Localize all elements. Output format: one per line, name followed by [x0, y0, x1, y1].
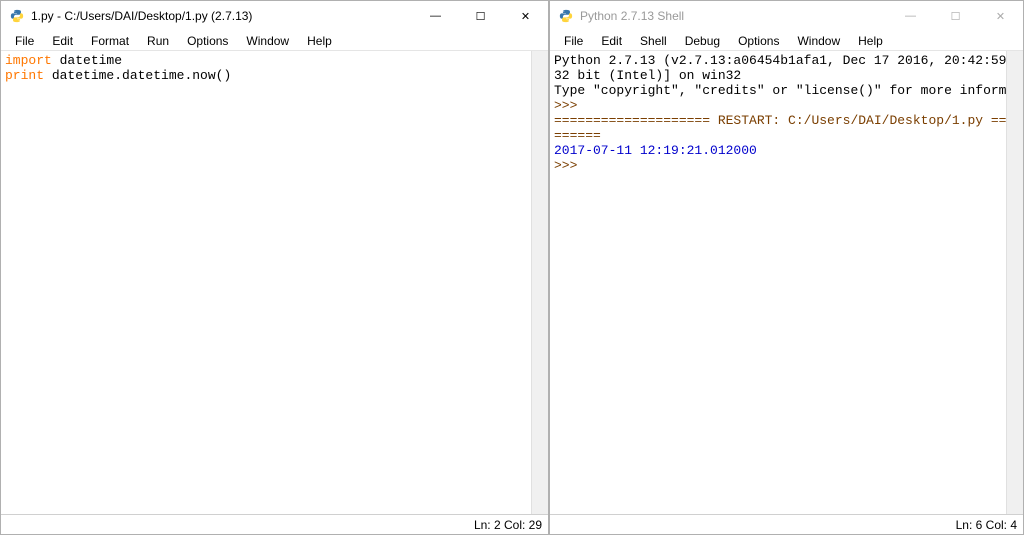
minimize-button[interactable]: —: [888, 1, 933, 31]
menu-help[interactable]: Help: [299, 33, 340, 49]
close-button[interactable]: ✕: [978, 1, 1023, 31]
python-icon: [9, 8, 25, 24]
menu-options[interactable]: Options: [730, 33, 787, 49]
menu-run[interactable]: Run: [139, 33, 177, 49]
editor-cursor-position: Ln: 2 Col: 29: [474, 518, 542, 532]
shell-titlebar[interactable]: Python 2.7.13 Shell — ☐ ✕: [550, 1, 1023, 31]
shell-prompt: >>>: [554, 158, 585, 173]
shell-restart-line: ======: [554, 128, 601, 143]
shell-banner: Type "copyright", "credits" or "license(…: [554, 83, 1023, 98]
shell-text-area[interactable]: Python 2.7.13 (v2.7.13:a06454b1afa1, Dec…: [550, 51, 1023, 514]
shell-window-controls: — ☐ ✕: [888, 1, 1023, 31]
editor-menubar: File Edit Format Run Options Window Help: [1, 31, 548, 51]
menu-edit[interactable]: Edit: [593, 33, 630, 49]
menu-window[interactable]: Window: [789, 33, 848, 49]
close-button[interactable]: ✕: [503, 1, 548, 31]
menu-debug[interactable]: Debug: [677, 33, 728, 49]
menu-window[interactable]: Window: [238, 33, 297, 49]
keyword-print: print: [5, 68, 44, 83]
code-text: datetime: [52, 53, 122, 68]
python-icon: [558, 8, 574, 24]
shell-scrollbar[interactable]: [1006, 51, 1023, 514]
shell-window: Python 2.7.13 Shell — ☐ ✕ File Edit Shel…: [549, 0, 1024, 535]
menu-options[interactable]: Options: [179, 33, 236, 49]
code-text: datetime.datetime.now(): [44, 68, 231, 83]
editor-window: 1.py - C:/Users/DAI/Desktop/1.py (2.7.13…: [0, 0, 549, 535]
shell-banner: Python 2.7.13 (v2.7.13:a06454b1afa1, Dec…: [554, 53, 1023, 68]
menu-file[interactable]: File: [556, 33, 591, 49]
menu-help[interactable]: Help: [850, 33, 891, 49]
menu-shell[interactable]: Shell: [632, 33, 675, 49]
shell-menubar: File Edit Shell Debug Options Window Hel…: [550, 31, 1023, 51]
shell-cursor-position: Ln: 6 Col: 4: [956, 518, 1017, 532]
editor-scrollbar[interactable]: [531, 51, 548, 514]
shell-restart-line: ==================== RESTART: C:/Users/D…: [554, 113, 1023, 128]
shell-banner: 32 bit (Intel)] on win32: [554, 68, 741, 83]
menu-file[interactable]: File: [7, 33, 42, 49]
keyword-import: import: [5, 53, 52, 68]
menu-edit[interactable]: Edit: [44, 33, 81, 49]
minimize-button[interactable]: —: [413, 1, 458, 31]
editor-text-area[interactable]: import datetime print datetime.datetime.…: [1, 51, 548, 514]
menu-format[interactable]: Format: [83, 33, 137, 49]
shell-prompt: >>>: [554, 98, 585, 113]
shell-statusbar: Ln: 6 Col: 4: [550, 514, 1023, 534]
maximize-button[interactable]: ☐: [933, 1, 978, 31]
shell-output: 2017-07-11 12:19:21.012000: [554, 143, 757, 158]
editor-title: 1.py - C:/Users/DAI/Desktop/1.py (2.7.13…: [31, 9, 413, 23]
editor-statusbar: Ln: 2 Col: 29: [1, 514, 548, 534]
maximize-button[interactable]: ☐: [458, 1, 503, 31]
editor-titlebar[interactable]: 1.py - C:/Users/DAI/Desktop/1.py (2.7.13…: [1, 1, 548, 31]
editor-window-controls: — ☐ ✕: [413, 1, 548, 31]
shell-title: Python 2.7.13 Shell: [580, 9, 888, 23]
